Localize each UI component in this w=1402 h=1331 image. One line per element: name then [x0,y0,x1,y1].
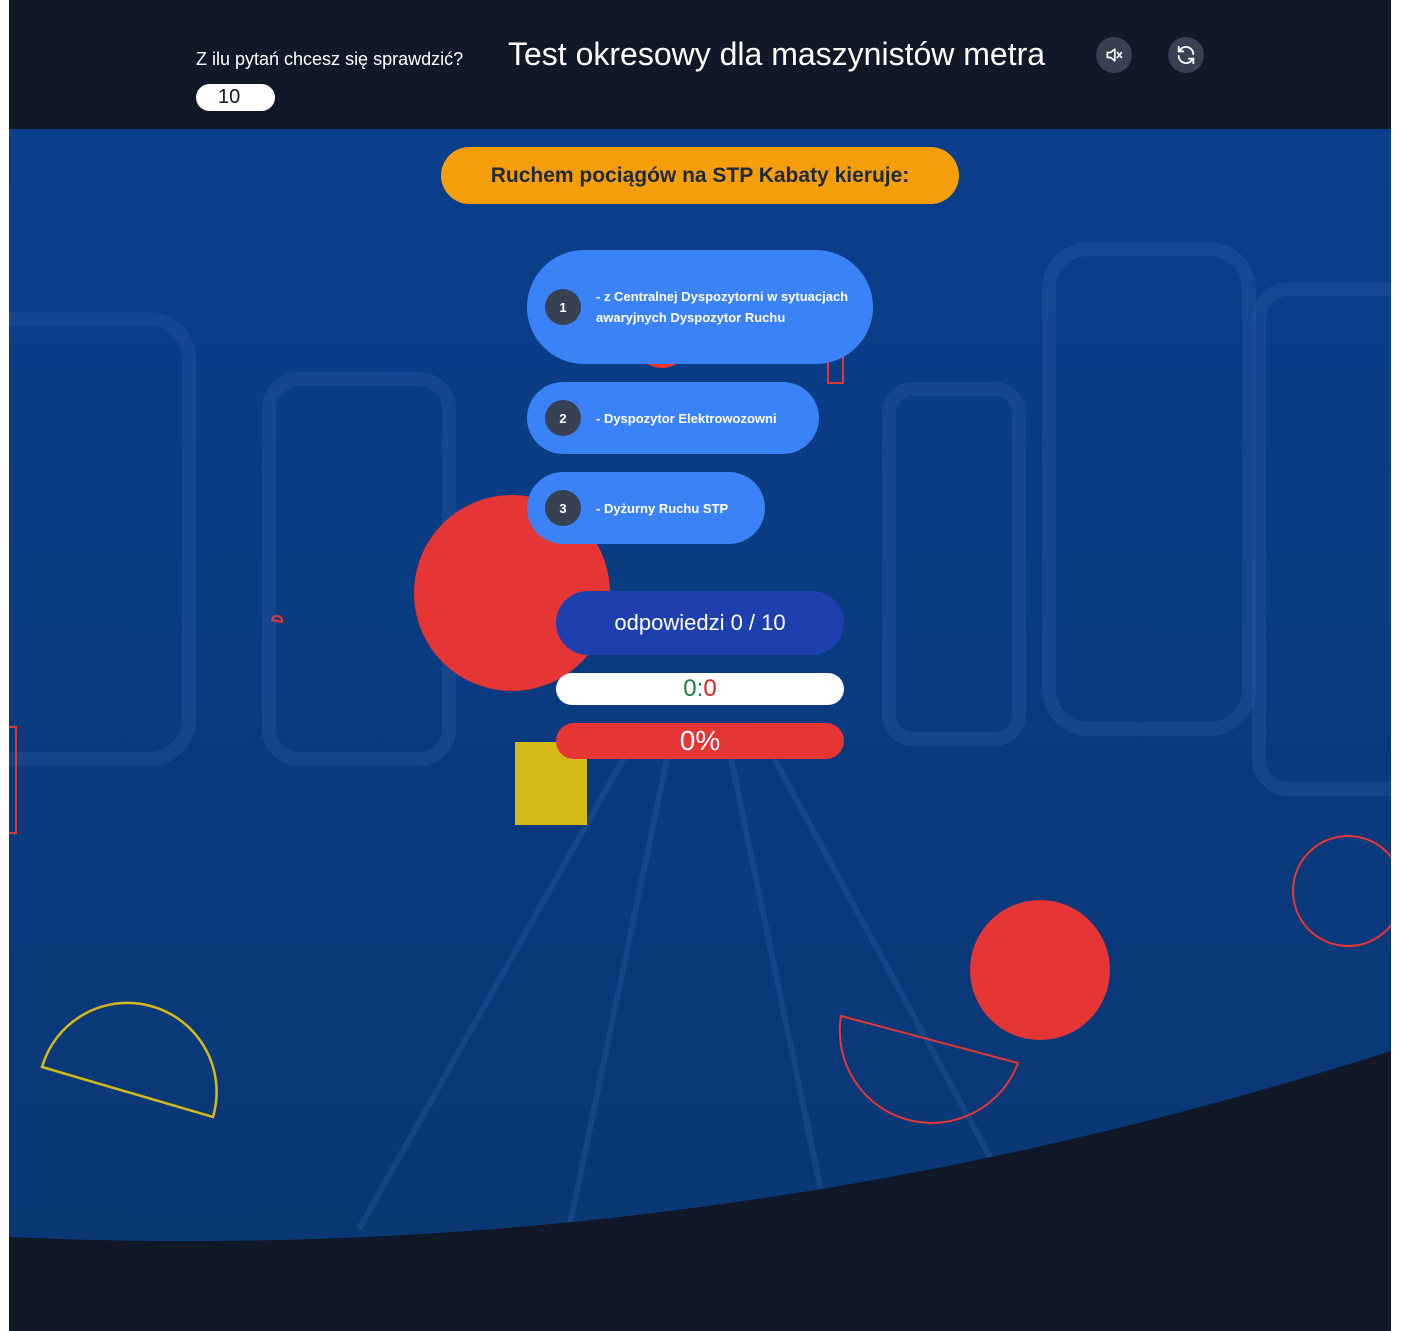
answer-text: - Dyżurny Ruchu STP [596,500,729,516]
page-title: Test okresowy dla maszynistów metra [508,36,1046,72]
answer-number-badge: 3 [545,490,581,526]
speaker-muted-icon [1106,48,1123,62]
answer-number-badge: 1 [545,289,581,325]
refresh-icon [1177,45,1195,65]
answer-text: - Dyspozytor Elektrowozowni [596,410,777,426]
correct-count: 0 [683,675,697,702]
score-bar: 0:0 [556,673,844,705]
answer-text: - z Centralnej Dyspozytorni w sytuacjach… [596,289,849,325]
answer-option-2[interactable]: 2 - Dyspozytor Elektrowozowni [527,382,819,454]
wrong-count: 0 [703,675,717,702]
question-count-input[interactable] [196,84,275,111]
answer-option-3[interactable]: 3 - Dyżurny Ruchu STP [527,472,765,544]
question-banner: Ruchem pociągów na STP Kabaty kieruje: [441,147,959,204]
percent-bar: 0% [556,723,844,759]
answer-option-1[interactable]: 1 - z Centralnej Dyspozytorni w sytuacja… [527,250,873,364]
answers-counter: odpowiedzi 0 / 10 [556,591,844,655]
mute-button[interactable] [1096,37,1132,73]
quiz-app: Z ilu pytań chcesz się sprawdzić? Test o… [9,0,1391,1331]
score-separator: : [696,675,704,702]
quiz-scene: Ruchem pociągów na STP Kabaty kieruje: 1… [9,129,1391,1331]
question-count-label: Z ilu pytań chcesz się sprawdzić? [196,49,464,69]
answer-number-badge: 2 [545,400,581,436]
top-header: Z ilu pytań chcesz się sprawdzić? Test o… [9,0,1391,129]
refresh-button[interactable] [1168,37,1204,73]
